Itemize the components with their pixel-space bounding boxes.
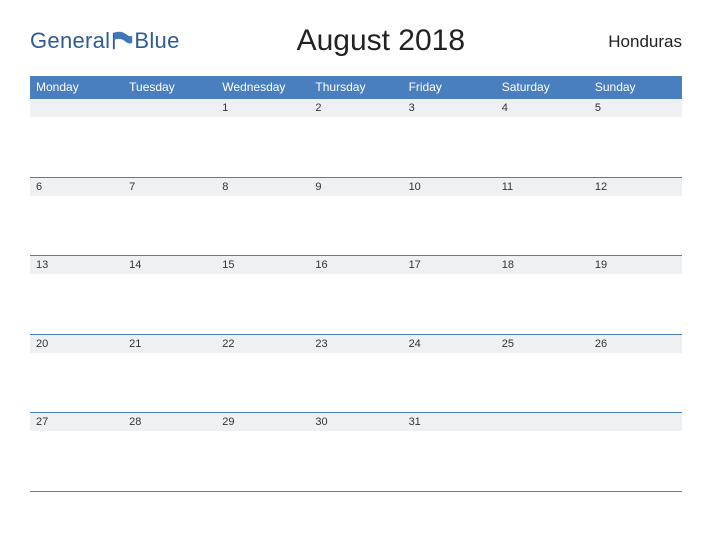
- region-label: Honduras: [582, 32, 682, 52]
- day-number: [30, 99, 123, 117]
- header: General Blue August 2018 Honduras: [30, 22, 682, 76]
- calendar: Monday Tuesday Wednesday Thursday Friday…: [30, 76, 682, 492]
- day-cell: [403, 117, 496, 177]
- weekday-header-row: Monday Tuesday Wednesday Thursday Friday…: [30, 76, 682, 99]
- day-cell: [496, 431, 589, 491]
- day-cell: [589, 117, 682, 177]
- weekday-header: Tuesday: [123, 76, 216, 99]
- week-num-row: 13141516171819: [30, 256, 682, 275]
- week-body-row: [30, 353, 682, 413]
- day-number: 3: [403, 99, 496, 117]
- day-number: 12: [589, 177, 682, 196]
- weekday-header: Monday: [30, 76, 123, 99]
- logo-flag-icon: [112, 30, 134, 52]
- day-cell: [496, 196, 589, 256]
- day-number: [496, 413, 589, 432]
- day-number: 28: [123, 413, 216, 432]
- day-cell: [216, 196, 309, 256]
- day-number: 19: [589, 256, 682, 275]
- day-number: 20: [30, 334, 123, 353]
- weekday-header: Friday: [403, 76, 496, 99]
- day-number: 30: [309, 413, 402, 432]
- day-cell: [589, 353, 682, 413]
- weekday-header: Sunday: [589, 76, 682, 99]
- day-cell: [403, 431, 496, 491]
- day-number: 11: [496, 177, 589, 196]
- day-number: 25: [496, 334, 589, 353]
- day-cell: [496, 117, 589, 177]
- day-cell: [216, 353, 309, 413]
- day-number: 15: [216, 256, 309, 275]
- day-cell: [30, 117, 123, 177]
- day-number: 26: [589, 334, 682, 353]
- week-body-row: [30, 431, 682, 491]
- day-cell: [309, 117, 402, 177]
- day-cell: [30, 196, 123, 256]
- logo-word1: General: [30, 28, 110, 54]
- day-number: 23: [309, 334, 402, 353]
- weekday-header: Thursday: [309, 76, 402, 99]
- week-num-row: 20212223242526: [30, 334, 682, 353]
- day-number: 27: [30, 413, 123, 432]
- day-cell: [589, 274, 682, 334]
- day-cell: [309, 353, 402, 413]
- day-cell: [123, 353, 216, 413]
- week-num-row: 12345: [30, 99, 682, 117]
- day-cell: [589, 196, 682, 256]
- day-number: 7: [123, 177, 216, 196]
- day-number: 14: [123, 256, 216, 275]
- weekday-header: Wednesday: [216, 76, 309, 99]
- week-num-row: 6789101112: [30, 177, 682, 196]
- day-cell: [496, 274, 589, 334]
- day-cell: [123, 117, 216, 177]
- day-cell: [30, 274, 123, 334]
- day-cell: [30, 431, 123, 491]
- day-number: 8: [216, 177, 309, 196]
- week-num-row: 2728293031: [30, 413, 682, 432]
- day-cell: [309, 196, 402, 256]
- day-number: 6: [30, 177, 123, 196]
- day-cell: [403, 353, 496, 413]
- day-number: 5: [589, 99, 682, 117]
- day-number: 4: [496, 99, 589, 117]
- day-cell: [216, 274, 309, 334]
- weekday-header: Saturday: [496, 76, 589, 99]
- day-cell: [309, 431, 402, 491]
- day-number: 31: [403, 413, 496, 432]
- day-number: 10: [403, 177, 496, 196]
- logo: General Blue: [30, 28, 180, 54]
- day-cell: [123, 274, 216, 334]
- day-cell: [403, 274, 496, 334]
- day-number: 13: [30, 256, 123, 275]
- day-number: 21: [123, 334, 216, 353]
- day-number: 16: [309, 256, 402, 275]
- day-number: [589, 413, 682, 432]
- day-number: [123, 99, 216, 117]
- day-cell: [30, 353, 123, 413]
- week-body-row: [30, 117, 682, 177]
- day-cell: [123, 431, 216, 491]
- week-body-row: [30, 196, 682, 256]
- day-cell: [123, 196, 216, 256]
- day-cell: [496, 353, 589, 413]
- day-number: 2: [309, 99, 402, 117]
- day-number: 29: [216, 413, 309, 432]
- day-cell: [216, 117, 309, 177]
- day-number: 22: [216, 334, 309, 353]
- day-number: 17: [403, 256, 496, 275]
- page-title: August 2018: [180, 24, 582, 58]
- day-cell: [589, 431, 682, 491]
- day-number: 24: [403, 334, 496, 353]
- day-number: 1: [216, 99, 309, 117]
- day-cell: [309, 274, 402, 334]
- week-body-row: [30, 274, 682, 334]
- day-number: 9: [309, 177, 402, 196]
- day-number: 18: [496, 256, 589, 275]
- day-cell: [403, 196, 496, 256]
- logo-word2: Blue: [134, 28, 179, 54]
- day-cell: [216, 431, 309, 491]
